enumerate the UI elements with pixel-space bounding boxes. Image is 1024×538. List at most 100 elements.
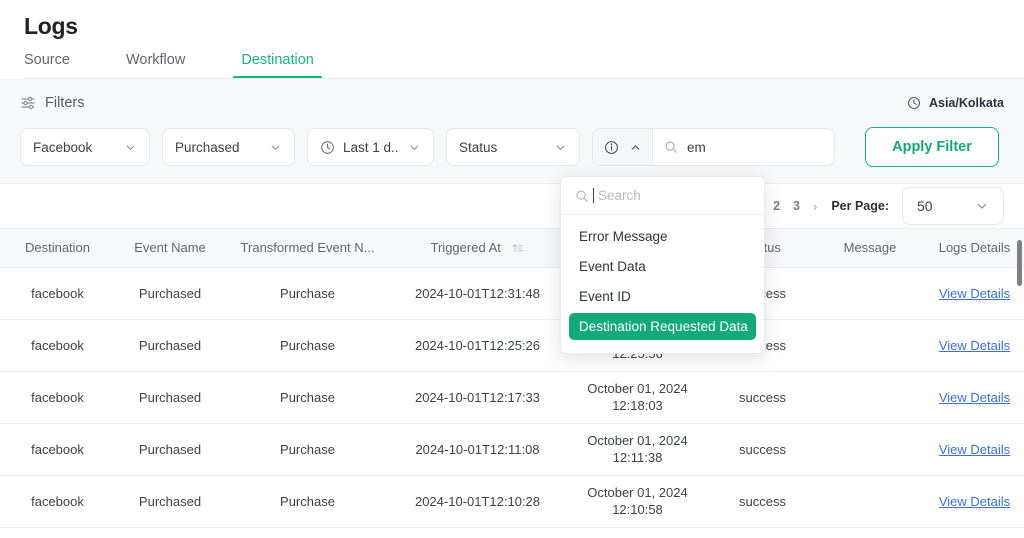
view-details-link[interactable]: View Details — [939, 494, 1010, 509]
timezone-label: Asia/Kolkata — [928, 96, 1004, 111]
cell-triggered-at: 2024-10-01T12:10:28 — [390, 475, 565, 528]
per-page-label: Per Page: — [831, 199, 889, 214]
cell-destination: facebook — [0, 371, 115, 424]
info-icon[interactable] — [604, 140, 619, 155]
cell-date-day: October 01, 2024 — [587, 432, 688, 448]
view-details-link[interactable]: View Details — [939, 442, 1010, 457]
tab-destination[interactable]: Destination — [233, 52, 322, 80]
status-filter-value: Status — [459, 139, 498, 155]
dropdown-search-row[interactable]: Search — [561, 177, 764, 215]
table-row[interactable]: facebook Purchased Purchase 2024-10-01T1… — [0, 319, 1024, 372]
cell-date-day: October 01, 2024 — [587, 484, 688, 500]
apply-filter-button[interactable]: Apply Filter — [865, 127, 999, 168]
cell-event-name: Purchased — [115, 475, 225, 528]
tab-source[interactable]: Source — [24, 52, 70, 79]
view-details-link[interactable]: View Details — [939, 390, 1010, 405]
search-field-group: em — [592, 128, 835, 167]
dropdown-search-input[interactable]: Search — [593, 188, 641, 203]
search-field-prefix[interactable] — [593, 129, 653, 166]
cell-triggered-at: 2024-10-01T12:25:26 — [390, 319, 565, 372]
cell-destination: facebook — [0, 267, 115, 320]
cell-destination: facebook — [0, 319, 115, 372]
per-page-select[interactable]: 50 — [902, 187, 1004, 226]
column-header-event-name[interactable]: Event Name — [115, 229, 225, 268]
dropdown-option-destination-requested-data[interactable]: Destination Requested Data — [569, 313, 756, 340]
table-row[interactable]: facebook Purchased Purchase 2024-10-01T1… — [0, 267, 1024, 320]
pagination-bar: 2 3 › Per Page: 50 — [0, 184, 1024, 229]
cell-message — [815, 319, 925, 372]
search-input[interactable]: em — [653, 140, 834, 155]
pagination-pages: 2 3 › — [773, 199, 817, 214]
column-header-transformed-event-name[interactable]: Transformed Event N... — [225, 229, 390, 268]
page-number-2[interactable]: 2 — [773, 199, 780, 213]
vertical-scrollbar-thumb[interactable] — [1017, 240, 1022, 286]
time-range-filter-select[interactable]: Last 1 d... — [307, 128, 434, 167]
cell-logs-details: View Details — [925, 371, 1024, 424]
chevron-down-icon — [975, 199, 989, 213]
cell-date-time: 12:11:38 — [612, 450, 663, 466]
cell-transformed-event-name: Purchase — [225, 475, 390, 528]
dropdown-options-list: Error Message Event Data Event ID Destin… — [561, 215, 764, 353]
dropdown-option-event-id[interactable]: Event ID — [569, 283, 756, 310]
table-row[interactable]: facebook Purchased Purchase 2024-10-01T1… — [0, 475, 1024, 528]
cell-message — [815, 267, 925, 320]
status-filter-select[interactable]: Status — [446, 128, 580, 167]
cell-date-time: 12:18:03 — [612, 398, 663, 414]
search-icon — [664, 140, 678, 154]
cell-event-name: Purchased — [115, 267, 225, 320]
page-title: Logs — [24, 13, 78, 39]
cell-triggered-at: 2024-10-01T12:17:33 — [390, 371, 565, 424]
cell-event-name: Purchased — [115, 319, 225, 372]
tab-workflow[interactable]: Workflow — [126, 52, 185, 79]
cell-transformed-event-name: Purchase — [225, 319, 390, 372]
event-filter-value: Purchased — [175, 139, 240, 155]
cell-destination: facebook — [0, 423, 115, 476]
cell-logs-details: View Details — [925, 423, 1024, 476]
column-header-triggered-at[interactable]: Triggered At — [390, 229, 565, 268]
cell-date: October 01, 2024 12:11:38 — [565, 423, 710, 476]
cell-triggered-at: 2024-10-01T12:11:08 — [390, 423, 565, 476]
cell-triggered-at: 2024-10-01T12:31:48 — [390, 267, 565, 320]
next-page-button[interactable]: › — [813, 199, 817, 214]
page-header: Logs Source Workflow Destination — [0, 0, 1024, 80]
destination-filter-select[interactable]: Facebook — [20, 128, 150, 167]
chevron-down-icon — [269, 141, 282, 154]
event-filter-select[interactable]: Purchased — [162, 128, 295, 167]
column-header-message[interactable]: Message — [815, 229, 925, 268]
chevron-down-icon — [554, 141, 567, 154]
cell-event-name: Purchased — [115, 423, 225, 476]
cell-date-day: October 01, 2024 — [587, 380, 688, 396]
search-icon — [575, 189, 589, 203]
sort-ascending-icon[interactable] — [510, 241, 524, 255]
chevron-down-icon — [124, 141, 137, 154]
cell-date: October 01, 2024 12:10:58 — [565, 475, 710, 528]
logs-table-body: facebook Purchased Purchase 2024-10-01T1… — [0, 267, 1024, 528]
page-number-3[interactable]: 3 — [793, 199, 800, 213]
cell-date: October 01, 2024 12:18:03 — [565, 371, 710, 424]
column-header-triggered-at-label: Triggered At — [430, 240, 501, 256]
chevron-up-icon[interactable] — [629, 141, 642, 154]
table-header-row: Destination Event Name Transformed Event… — [0, 229, 1024, 268]
logs-table-wrapper: Destination Event Name Transformed Event… — [0, 228, 1024, 528]
cell-status: success — [710, 423, 815, 476]
view-details-link[interactable]: View Details — [939, 338, 1010, 353]
logs-table-head: Destination Event Name Transformed Event… — [0, 229, 1024, 268]
table-row[interactable]: facebook Purchased Purchase 2024-10-01T1… — [0, 423, 1024, 476]
cell-event-name: Purchased — [115, 371, 225, 424]
filters-heading: Filters — [20, 95, 84, 111]
column-header-destination[interactable]: Destination — [0, 229, 115, 268]
cell-logs-details: View Details — [925, 475, 1024, 528]
sliders-icon — [20, 95, 36, 111]
dropdown-option-event-data[interactable]: Event Data — [569, 253, 756, 280]
view-details-link[interactable]: View Details — [939, 286, 1010, 301]
destination-filter-value: Facebook — [33, 139, 93, 155]
table-row[interactable]: facebook Purchased Purchase 2024-10-01T1… — [0, 371, 1024, 424]
clock-icon — [320, 140, 335, 155]
cell-logs-details: View Details — [925, 319, 1024, 372]
cell-status: success — [710, 371, 815, 424]
dropdown-option-error-message[interactable]: Error Message — [569, 223, 756, 250]
chevron-down-icon — [408, 141, 421, 154]
cell-message — [815, 371, 925, 424]
column-header-logs-details[interactable]: Logs Details — [925, 229, 1024, 268]
cell-status: success — [710, 475, 815, 528]
